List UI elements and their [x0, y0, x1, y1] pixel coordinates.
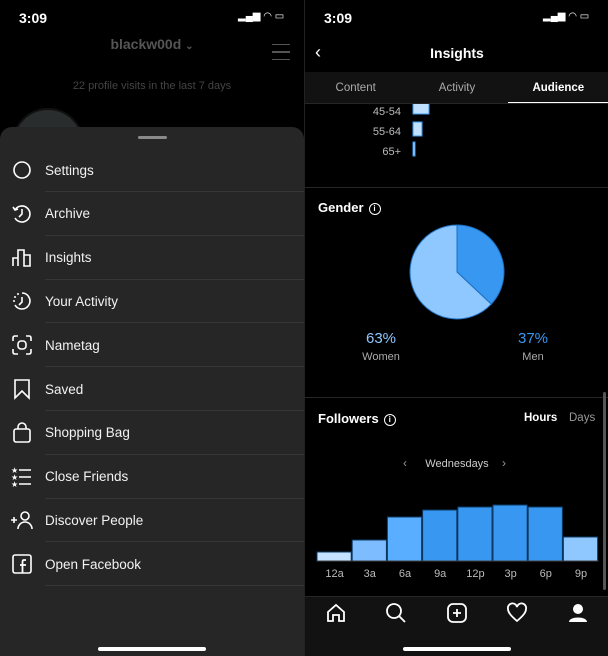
nametag-icon: [10, 333, 34, 357]
svg-text:★: ★: [11, 480, 18, 489]
menu-item-label: Nametag: [45, 337, 100, 353]
scrollbar[interactable]: [603, 392, 606, 590]
info-icon[interactable]: i: [368, 202, 381, 215]
menu-item-label: Your Activity: [45, 293, 119, 309]
tab-bar: Content Activity Audience: [305, 72, 608, 104]
age-label: 45-54: [373, 106, 401, 118]
x-tick-label: 12p: [466, 568, 484, 580]
x-tick-label: 9p: [575, 568, 587, 580]
women-label: Women: [362, 351, 400, 363]
menu-item-label: Discover People: [45, 512, 144, 528]
home-indicator: [98, 647, 206, 651]
men-label: Men: [522, 351, 544, 363]
new-post-icon[interactable]: [446, 602, 468, 624]
bookmark-icon: [10, 377, 34, 401]
x-tick-label: 12a: [325, 568, 344, 580]
heart-icon[interactable]: [506, 602, 528, 624]
x-tick-label: 3a: [364, 568, 377, 580]
status-icons: ▂▄▆ ◠ ▭: [543, 11, 590, 22]
followers-hours-chart: 12a 3a 6a 9a 12p 3p 6p 9p: [316, 504, 599, 580]
menu-item-nametag[interactable]: Nametag: [0, 323, 304, 368]
menu-item-your-activity[interactable]: Your Activity: [0, 279, 304, 324]
status-icons: ▂▄▆ ◠ ▭: [238, 11, 285, 22]
bar-9p[interactable]: [562, 536, 599, 562]
shopping-bag-icon: [10, 421, 34, 445]
profile-icon[interactable]: [567, 602, 589, 624]
followers-label: Followers: [318, 411, 379, 426]
hours-toggle[interactable]: Hours: [524, 412, 557, 424]
tab-audience[interactable]: Audience: [507, 72, 608, 103]
profile-screen: 3:09 ▂▄▆ ◠ ▭ blackw00d ⌄ 22 profile visi…: [0, 0, 304, 656]
age-bar: [412, 141, 416, 157]
chevron-down-icon: ⌄: [185, 41, 194, 52]
bar-chart-icon: [10, 246, 34, 270]
status-time: 3:09: [324, 10, 353, 26]
x-tick-label: 6a: [399, 568, 412, 580]
info-icon[interactable]: i: [383, 413, 396, 426]
gear-icon: [10, 158, 34, 182]
menu-item-open-facebook[interactable]: Open Facebook: [0, 542, 304, 587]
search-icon[interactable]: [385, 602, 407, 624]
menu-item-label: Close Friends: [45, 469, 129, 485]
page-title: Insights: [430, 45, 484, 61]
menu-item-label: Archive: [45, 206, 91, 222]
bar-6p[interactable]: [527, 506, 563, 562]
archive-clock-icon: [10, 202, 34, 226]
age-label: 65+: [382, 146, 401, 158]
age-bar: [412, 104, 430, 115]
followers-title: Followers i: [318, 411, 396, 426]
sheet-grabber[interactable]: [138, 136, 167, 139]
menu-item-label: Saved: [45, 381, 84, 397]
age-label: 55-64: [373, 126, 401, 138]
bar-12p[interactable]: [457, 506, 493, 562]
menu-item-discover-people[interactable]: Discover People: [0, 498, 304, 543]
menu-item-close-friends[interactable]: ★ ★ ★ Close Friends: [0, 455, 304, 499]
men-percent: 37%: [517, 330, 549, 347]
day-selector: Wednesdays: [425, 458, 489, 470]
add-person-icon: [10, 508, 34, 532]
facebook-icon: [10, 552, 34, 576]
bar-12a[interactable]: [316, 551, 352, 562]
username-switcher[interactable]: blackw00d ⌄: [0, 36, 304, 52]
tab-content[interactable]: Content: [305, 72, 406, 103]
menu-item-label: Shopping Bag: [45, 425, 130, 441]
status-time: 3:09: [19, 10, 48, 26]
bar-9a[interactable]: [422, 509, 458, 562]
menu-sheet: Settings Archive Insights Your Activity Name…: [0, 127, 304, 656]
women-percent: 63%: [365, 330, 397, 347]
home-icon[interactable]: [325, 602, 347, 624]
close-friends-list-icon: ★ ★ ★: [10, 465, 34, 489]
menu-item-shopping-bag[interactable]: Shopping Bag: [0, 411, 304, 455]
days-toggle[interactable]: Days: [569, 412, 595, 424]
home-indicator: [403, 647, 511, 651]
bar-6a[interactable]: [386, 516, 423, 562]
username: blackw00d: [110, 36, 182, 52]
menu-item-settings[interactable]: Settings: [0, 148, 304, 192]
x-tick-label: 3p: [504, 568, 516, 580]
menu-item-label: Settings: [45, 162, 94, 178]
x-tick-label: 9a: [434, 568, 447, 580]
menu-item-label: Open Facebook: [45, 556, 142, 572]
activity-clock-icon: [10, 289, 34, 313]
gender-pie-chart: [409, 224, 505, 320]
divider: [45, 585, 304, 587]
divider: [305, 397, 608, 398]
gender-title: Gender i: [318, 200, 381, 215]
age-range-chart: 45-54 55-64 65+: [373, 104, 430, 158]
x-tick-label: 6p: [540, 568, 552, 580]
next-day-chevron-icon[interactable]: ›: [502, 456, 506, 470]
bar-3a[interactable]: [351, 539, 387, 562]
menu-item-label: Insights: [45, 250, 92, 266]
menu-item-archive[interactable]: Archive: [0, 192, 304, 236]
tab-activity[interactable]: Activity: [406, 72, 507, 103]
menu-item-saved[interactable]: Saved: [0, 367, 304, 411]
bar-3p[interactable]: [492, 504, 528, 562]
gender-label: Gender: [318, 200, 364, 215]
age-bar: [412, 121, 423, 137]
insights-screen: 3:09 ▂▄▆ ◠ ▭ ‹ Insights Content Activity…: [304, 0, 608, 656]
divider: [305, 187, 608, 188]
menu-item-insights[interactable]: Insights: [0, 236, 304, 280]
profile-visits: 22 profile visits in the last 7 days: [72, 80, 232, 92]
hamburger-menu-icon[interactable]: [272, 44, 290, 60]
